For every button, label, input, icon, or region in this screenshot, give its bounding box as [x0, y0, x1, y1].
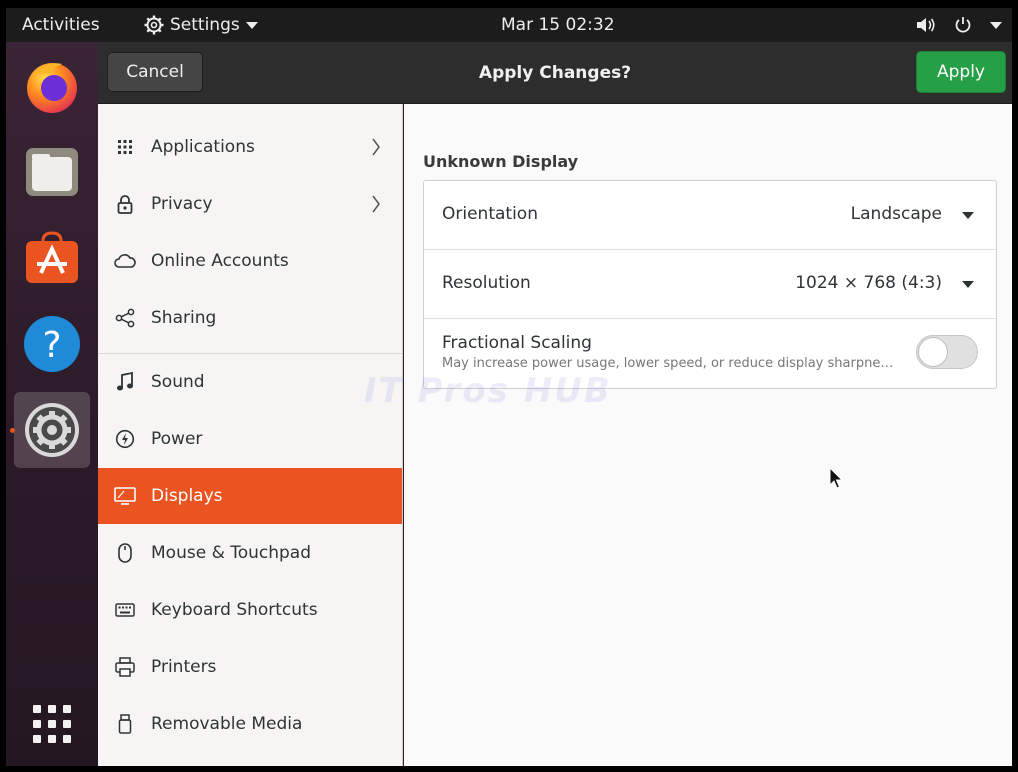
dialog-title: Apply Changes?: [478, 63, 632, 83]
dropdown-arrow-icon: [962, 281, 974, 288]
app-menu-label: Settings: [170, 15, 240, 35]
sidebar-item-label: Removable Media: [151, 714, 303, 734]
sidebar-item-sharing[interactable]: Sharing: [98, 290, 402, 346]
dock-files[interactable]: [14, 134, 90, 210]
dropdown-arrow-icon: [962, 212, 974, 219]
system-menu[interactable]: [916, 8, 1002, 42]
orientation-label: Orientation: [442, 204, 538, 224]
display-settings-list: Orientation Landscape Resolution 1024 × …: [423, 180, 997, 389]
power-icon: [955, 17, 971, 33]
sidebar-item-power[interactable]: Power: [98, 411, 402, 467]
clock[interactable]: Mar 15 02:32: [501, 8, 615, 42]
dock-software[interactable]: [14, 220, 90, 296]
sidebar-item-label: Printers: [151, 657, 217, 677]
usb-icon: [114, 713, 136, 735]
music-note-icon: [114, 371, 136, 393]
dock-show-apps[interactable]: [14, 686, 90, 762]
firefox-icon: [27, 63, 77, 113]
sidebar-item-label: Mouse & Touchpad: [151, 543, 312, 563]
dock: ?: [6, 42, 98, 766]
sidebar-item-removable-media[interactable]: Removable Media: [98, 696, 402, 752]
share-icon: [114, 307, 136, 329]
chevron-down-icon: [245, 21, 258, 29]
show-apps-icon: [33, 705, 71, 743]
orientation-value: Landscape: [850, 204, 942, 224]
sidebar-item-label: Applications: [151, 137, 255, 157]
chevron-right-icon: [372, 195, 380, 213]
display-icon: [114, 485, 136, 507]
resolution-label: Resolution: [442, 273, 531, 293]
sidebar-item-online-accounts[interactable]: Online Accounts: [98, 233, 402, 289]
header-bar: Apply Changes? Cancel Apply: [98, 42, 1012, 104]
running-indicator: [10, 428, 15, 433]
help-icon: ?: [24, 316, 80, 372]
printer-icon: [114, 656, 136, 678]
sidebar-item-label: Displays: [151, 486, 223, 506]
cancel-button[interactable]: Cancel: [107, 52, 203, 92]
keyboard-icon: [114, 599, 136, 621]
dock-firefox[interactable]: [14, 48, 90, 124]
mouse-pointer-icon: [829, 467, 844, 489]
sidebar-item-printers[interactable]: Printers: [98, 639, 402, 695]
apply-button[interactable]: Apply: [916, 51, 1006, 93]
sidebar-item-sound[interactable]: Sound: [98, 354, 402, 410]
fractional-scaling-switch[interactable]: [916, 335, 978, 369]
top-bar: Activities Settings Mar 15 02:32: [6, 8, 1012, 42]
displays-panel: Unknown Display Orientation Landscape Re…: [364, 104, 1012, 766]
orientation-row[interactable]: Orientation Landscape: [424, 181, 996, 250]
sidebar-item-label: Power: [151, 429, 203, 449]
dock-help[interactable]: ?: [14, 306, 90, 382]
sidebar-item-applications[interactable]: Applications: [98, 119, 402, 175]
gear-icon: [144, 15, 164, 35]
sidebar-item-displays[interactable]: Displays: [98, 468, 402, 524]
grid-icon: [114, 136, 136, 158]
chevron-down-icon: [990, 21, 1002, 29]
software-icon: [26, 231, 78, 283]
sidebar-item-keyboard-shortcuts[interactable]: Keyboard Shortcuts: [98, 582, 402, 638]
fractional-scaling-row: Fractional Scaling May increase power us…: [424, 319, 996, 388]
resolution-row[interactable]: Resolution 1024 × 768 (4:3): [424, 250, 996, 319]
switch-knob: [918, 337, 948, 367]
power-icon: [114, 428, 136, 450]
sidebar-item-label: Online Accounts: [151, 251, 289, 271]
cloud-icon: [114, 250, 136, 272]
chevron-right-icon: [372, 138, 380, 156]
desktop-screen: Activities Settings Mar 15 02:32 ? Apply…: [6, 8, 1012, 766]
sidebar-item-label: Privacy: [151, 194, 213, 214]
fractional-scaling-description: May increase power usage, lower speed, o…: [442, 356, 897, 371]
sidebar-item-privacy[interactable]: Privacy: [98, 176, 402, 232]
files-icon: [26, 148, 78, 196]
settings-icon: [25, 403, 79, 457]
fractional-scaling-label: Fractional Scaling: [442, 333, 592, 353]
activities-button[interactable]: Activities: [22, 8, 100, 42]
sidebar-item-mouse-touchpad[interactable]: Mouse & Touchpad: [98, 525, 402, 581]
sidebar-item-label: Sound: [151, 372, 205, 392]
app-menu-button[interactable]: Settings: [144, 8, 258, 42]
dock-settings[interactable]: [14, 392, 90, 468]
sidebar-item-label: Keyboard Shortcuts: [151, 600, 318, 620]
display-name-heading: Unknown Display: [423, 152, 579, 171]
mouse-icon: [114, 542, 136, 564]
settings-sidebar: Applications Privacy Online Accounts Sha…: [98, 104, 403, 766]
sidebar-item-label: Sharing: [151, 308, 217, 328]
lock-icon: [114, 193, 136, 215]
volume-icon: [917, 18, 935, 32]
svg-text:?: ?: [42, 325, 61, 366]
resolution-value: 1024 × 768 (4:3): [795, 273, 942, 293]
